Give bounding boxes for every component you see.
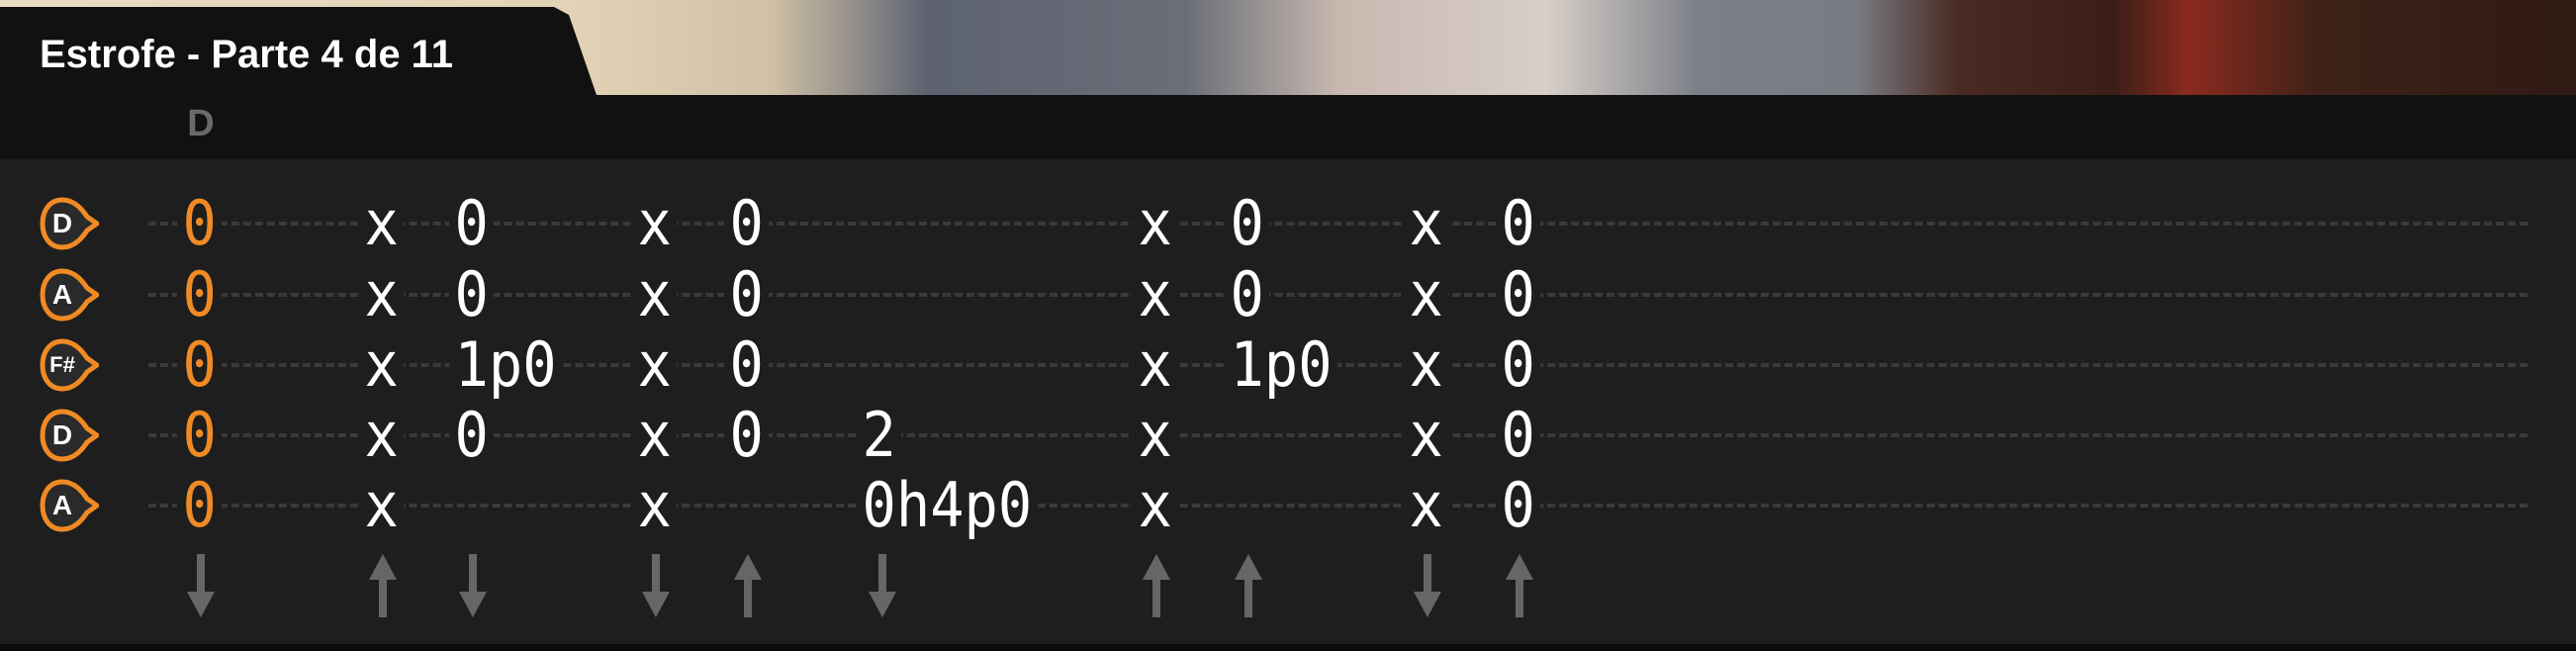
tab-note: x: [359, 264, 405, 326]
strum-down-arrow-icon: [863, 554, 902, 617]
tab-note: x: [632, 264, 678, 326]
tab-note: x: [632, 475, 678, 536]
strum-down-arrow-icon: [453, 554, 493, 617]
tab-note: x: [359, 334, 405, 396]
tab-note: x: [1404, 264, 1449, 326]
string-name: D: [51, 419, 73, 450]
tab-note: 0: [449, 264, 495, 326]
tab-note: 1p0: [1225, 334, 1338, 396]
tab-note: 0h4p0: [857, 475, 1038, 536]
string-line: [148, 433, 2528, 437]
tab-note: x: [1133, 405, 1178, 466]
tab-note: x: [632, 193, 678, 254]
tab-note: x: [1404, 334, 1449, 396]
string-name: F#: [49, 352, 75, 377]
tab-note: x: [632, 405, 678, 466]
string-line: [148, 222, 2528, 226]
tab-note: x: [1133, 334, 1178, 396]
tab-note: 0: [177, 264, 223, 326]
tab-note: x: [1404, 193, 1449, 254]
string-line: [148, 504, 2528, 508]
string-line: [148, 293, 2528, 297]
tab-note: 0: [724, 334, 770, 396]
strum-up-arrow-icon: [363, 554, 403, 617]
tab-note: x: [359, 405, 405, 466]
tab-note: 0: [1496, 334, 1541, 396]
strum-down-arrow-icon: [181, 554, 221, 617]
tab-note: x: [1133, 475, 1178, 536]
tab-note: 0: [724, 264, 770, 326]
strum-up-arrow-icon: [1229, 554, 1268, 617]
strum-up-arrow-icon: [728, 554, 768, 617]
strum-up-arrow-icon: [1500, 554, 1539, 617]
section-title: Estrofe - Parte 4 de 11: [40, 33, 453, 76]
string-tuning-badge: D: [40, 409, 102, 462]
string-tuning-badge: F#: [40, 338, 102, 392]
tab-note: 0: [724, 405, 770, 466]
tab-note: x: [632, 334, 678, 396]
tab-note: 0: [1496, 475, 1541, 536]
tab-note: x: [1133, 193, 1178, 254]
string-name: D: [51, 208, 73, 238]
tab-note: 0: [1225, 193, 1270, 254]
tab-note: 0: [177, 193, 223, 254]
tab-note: 0: [449, 193, 495, 254]
tab-note: 0: [1225, 264, 1270, 326]
tab-note: 0: [177, 475, 223, 536]
tab-note: 0: [724, 193, 770, 254]
chord-label: D: [187, 103, 215, 144]
tab-note: 0: [177, 405, 223, 466]
tab-note: 2: [857, 405, 902, 466]
section-title-tab: Estrofe - Parte 4 de 11: [0, 7, 597, 95]
string-tuning-badge: A: [40, 479, 102, 532]
strum-up-arrow-icon: [1137, 554, 1176, 617]
strum-down-arrow-icon: [636, 554, 676, 617]
tab-note: 1p0: [449, 334, 563, 396]
tab-note: x: [1404, 475, 1449, 536]
tab-note: 0: [1496, 405, 1541, 466]
tab-note: 0: [449, 405, 495, 466]
tab-note: x: [1404, 405, 1449, 466]
string-name: A: [51, 279, 73, 310]
tab-note: x: [1133, 264, 1178, 326]
bottom-bar: [0, 644, 2576, 651]
tab-note: x: [359, 475, 405, 536]
tab-note: x: [359, 193, 405, 254]
tab-note: 0: [177, 334, 223, 396]
string-tuning-badge: D: [40, 197, 102, 250]
tab-note: 0: [1496, 264, 1541, 326]
strum-down-arrow-icon: [1408, 554, 1447, 617]
string-tuning-badge: A: [40, 268, 102, 322]
chord-row: [0, 95, 2576, 159]
tab-note: 0: [1496, 193, 1541, 254]
string-name: A: [51, 490, 73, 520]
